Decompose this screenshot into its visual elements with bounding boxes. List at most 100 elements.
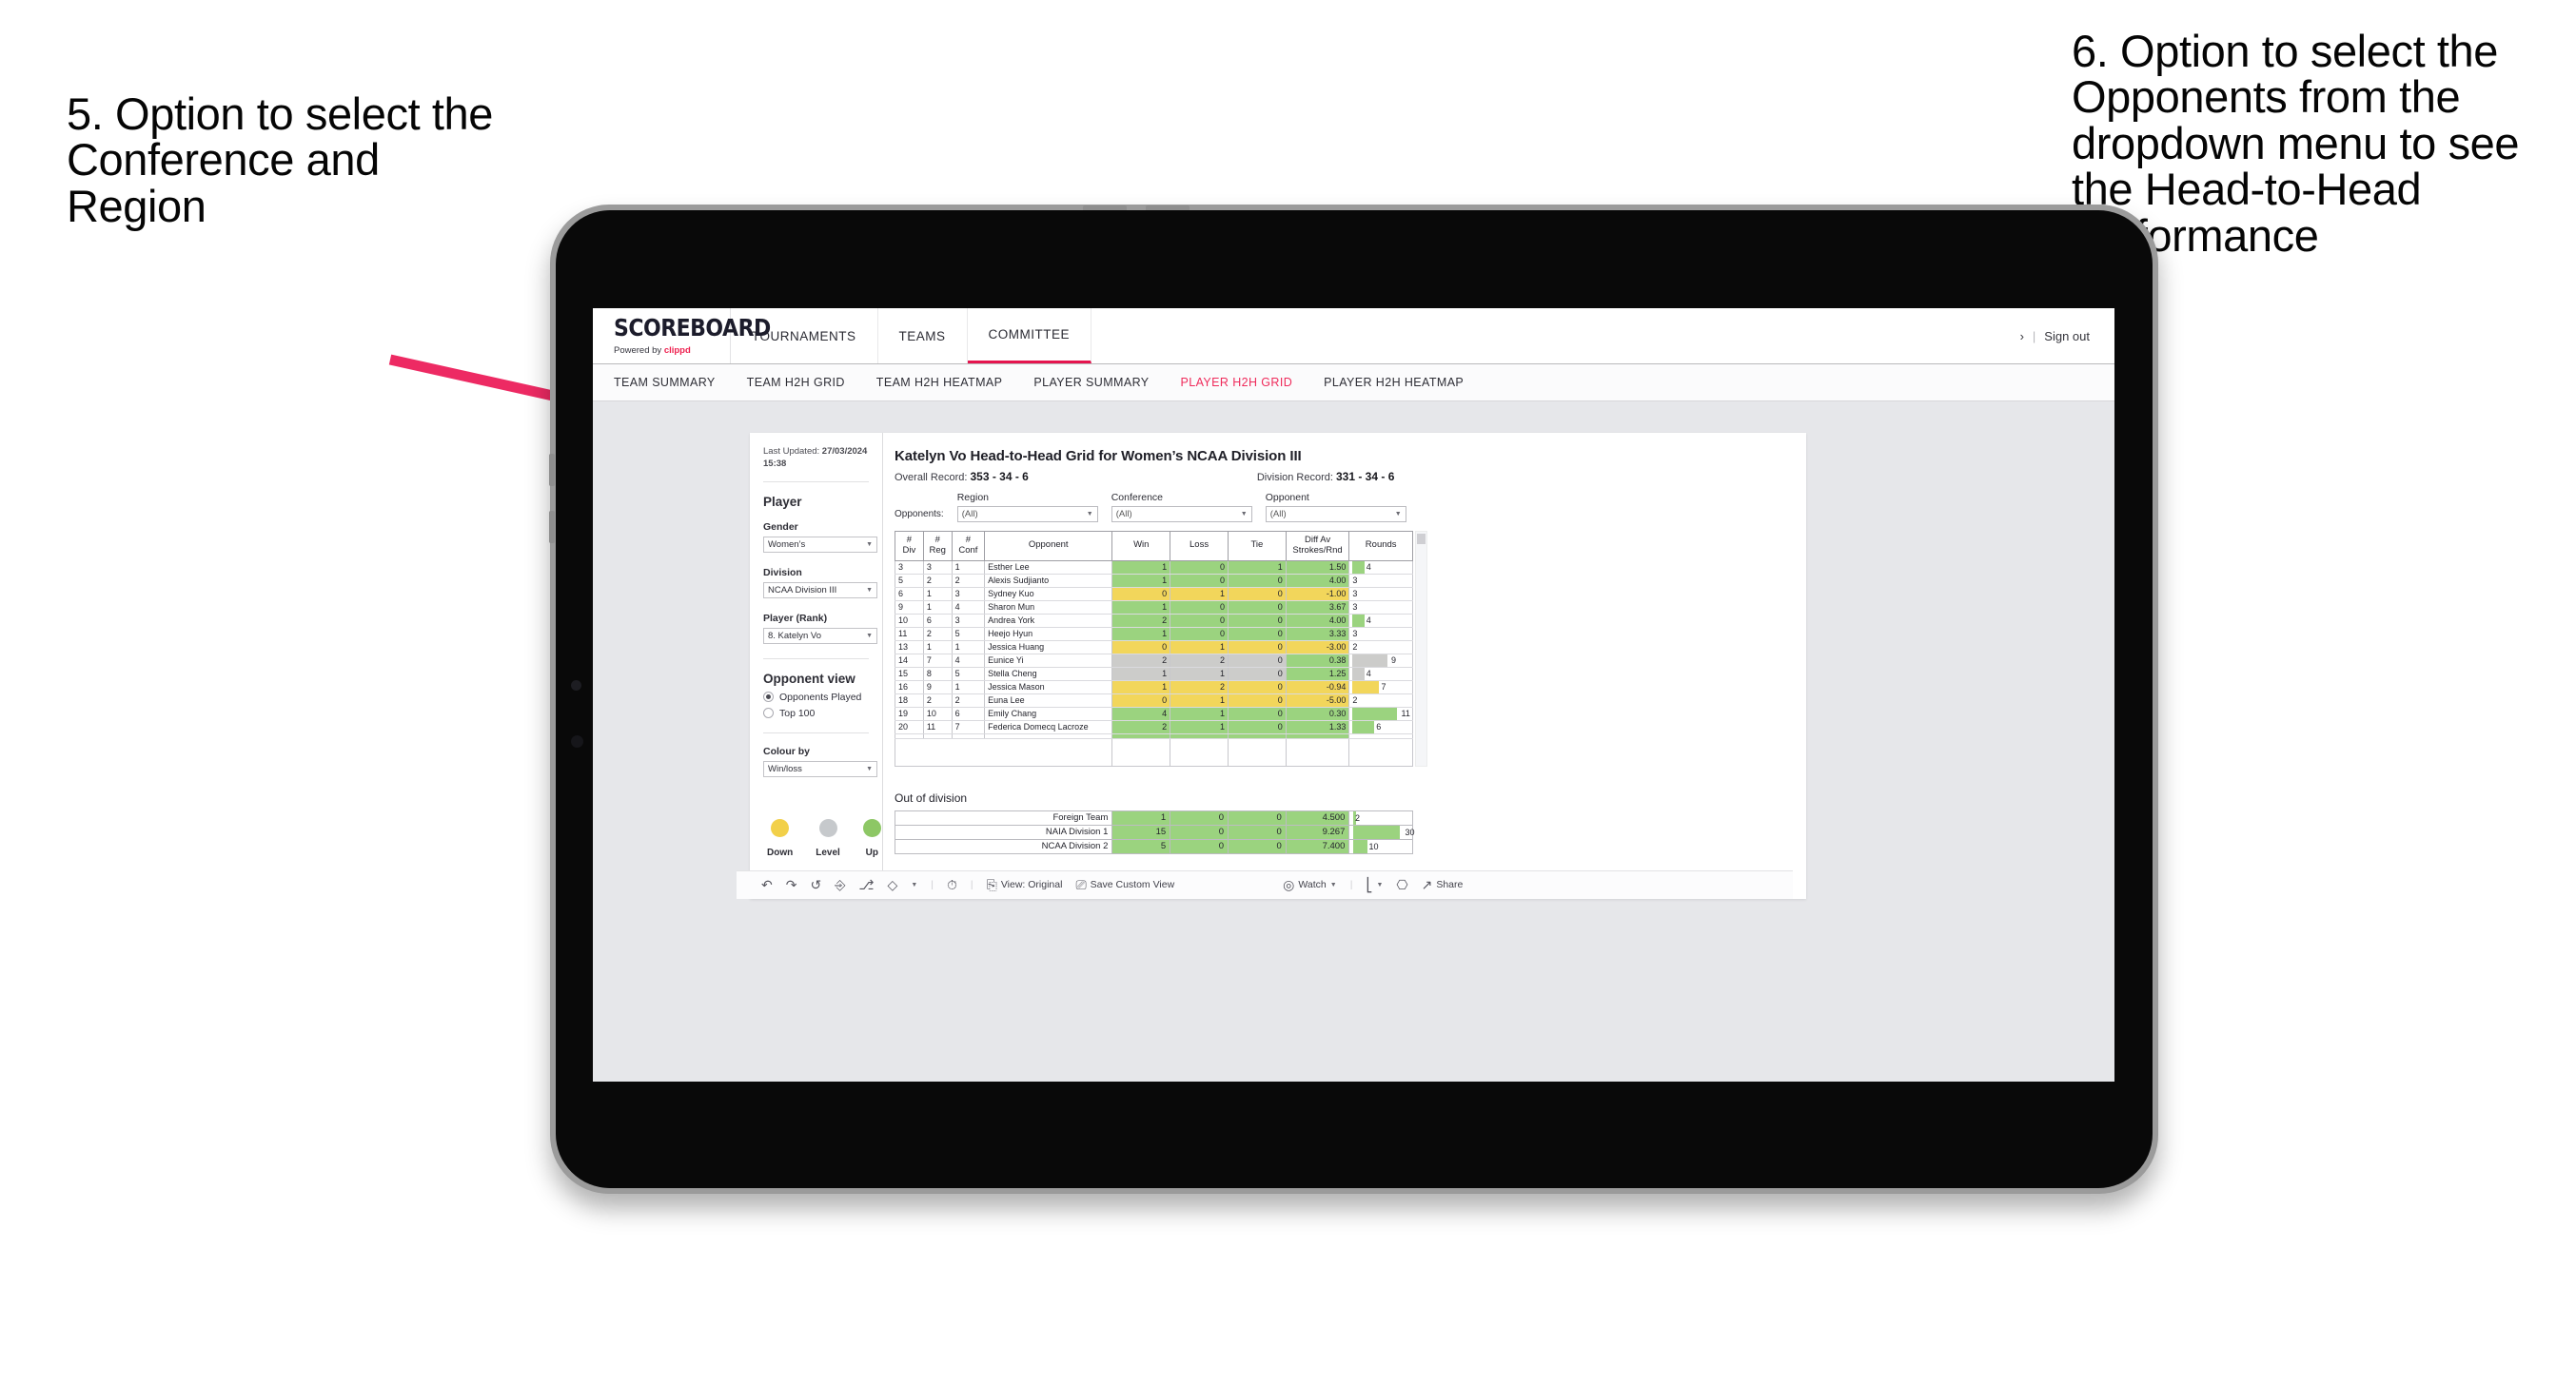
pause-icon[interactable]: ⎇ — [858, 877, 874, 893]
region-select[interactable]: (All) ▼ — [956, 506, 1098, 522]
cell-ood-win: 15 — [1111, 824, 1171, 840]
rounds-bar — [1352, 707, 1397, 720]
rounds-value: 30 — [1405, 827, 1415, 837]
logo-powered-by: Powered by clippd — [614, 345, 730, 356]
tablet-screen: SCOREBOARD Powered by clippd TOURNAMENTS… — [593, 308, 2114, 1082]
cell-reg: 6 — [922, 614, 953, 628]
division-select[interactable]: NCAA Division III ▼ — [763, 581, 877, 598]
radio-top-100[interactable]: Top 100 — [763, 708, 882, 719]
subnav-player-h2h-heatmap[interactable]: PLAYER H2H HEATMAP — [1324, 376, 1464, 389]
cell-ood-rounds: 2 — [1348, 810, 1413, 826]
h2h-table-wrapper: # Div # Reg # Conf Opponent Win Loss Tie Diff Av St… — [894, 531, 1793, 767]
table-row[interactable]: 11 2 5 Heejo Hyun 1 0 0 3.33 3 — [895, 627, 1413, 641]
subnav-team-h2h-heatmap[interactable]: TEAM H2H HEATMAP — [876, 376, 1003, 389]
colour-by-select[interactable]: Win/loss ▼ — [763, 760, 877, 777]
opponent-select[interactable]: (All) ▼ — [1265, 506, 1406, 522]
revert-icon[interactable]: ↺ — [810, 877, 821, 893]
cell-tie: 0 — [1227, 587, 1287, 601]
legend-up-label: Up — [865, 847, 878, 858]
redo-icon[interactable]: ↷ — [786, 877, 797, 893]
highlight-icon[interactable]: ◇ — [888, 877, 898, 893]
cell-tie: 0 — [1227, 640, 1287, 654]
subnav-player-h2h-grid[interactable]: PLAYER H2H GRID — [1181, 376, 1293, 389]
undo-icon[interactable]: ↶ — [761, 877, 773, 893]
player-select[interactable]: 8. Katelyn Vo ▼ — [763, 627, 877, 644]
col-header-4[interactable]: Win — [1111, 531, 1171, 561]
col-header-1[interactable]: # Reg — [922, 531, 953, 561]
table-row[interactable]: 18 2 2 Euna Lee 0 1 0 -5.00 2 — [895, 693, 1413, 708]
view-original-button[interactable]: ⎘ View: Original — [987, 877, 1063, 893]
cell-loss: 2 — [1170, 654, 1229, 668]
rounds-value: 4 — [1366, 669, 1371, 679]
cell-ood-name: Foreign Team — [894, 810, 1113, 826]
divider: | — [2032, 328, 2036, 343]
save-custom-view-button[interactable]: ⎚ Save Custom View — [1075, 877, 1174, 893]
col-header-8[interactable]: Rounds — [1348, 531, 1413, 561]
table-row[interactable]: 19 10 6 Emily Chang 4 1 0 0.30 11 — [895, 707, 1413, 721]
col-header-2[interactable]: # Conf — [951, 531, 986, 561]
cell-conf: 5 — [951, 667, 986, 681]
table-row[interactable]: 9 1 4 Sharon Mun 1 0 0 3.67 3 — [895, 600, 1413, 615]
cell-reg: 1 — [922, 640, 953, 654]
cell-reg: 7 — [922, 654, 953, 668]
divider: | — [970, 879, 973, 891]
cell-win: 1 — [1111, 667, 1171, 681]
conference-value: (All) — [1115, 509, 1132, 519]
rounds-value: 10 — [1368, 841, 1379, 851]
fullscreen-icon[interactable]: ⎔ — [1396, 877, 1407, 893]
subnav-team-h2h-grid[interactable]: TEAM H2H GRID — [747, 376, 845, 389]
cell-reg: 2 — [922, 693, 953, 708]
chevron-right-icon[interactable]: › — [2020, 329, 2024, 343]
chevron-down-icon[interactable]: ▼ — [911, 882, 917, 888]
col-header-7[interactable]: Diff Av Strokes/Rnd — [1285, 531, 1350, 561]
signout-link[interactable]: Sign out — [2044, 329, 2090, 343]
table-row[interactable]: 14 7 4 Eunice Yi 2 2 0 0.38 9 — [895, 654, 1413, 668]
table-row[interactable]: 5 2 2 Alexis Sudjianto 1 0 0 4.00 3 — [895, 574, 1413, 588]
table-row[interactable]: 3 3 1 Esther Lee 1 0 1 1.50 4 — [895, 560, 1413, 575]
subnav-team-summary[interactable]: TEAM SUMMARY — [614, 376, 716, 389]
clock-icon[interactable]: ⏱ — [947, 877, 957, 893]
cell-opponent: Federica Domecq Lacroze — [984, 720, 1113, 734]
gender-value: Women’s — [768, 538, 806, 550]
cell-ood-tie: 0 — [1228, 838, 1287, 854]
gender-select[interactable]: Women’s ▼ — [763, 536, 877, 553]
conference-select[interactable]: (All) ▼ — [1111, 506, 1252, 522]
cell-reg: 1 — [922, 600, 953, 615]
share-button[interactable]: ↗ Share — [1422, 877, 1464, 893]
ood-row[interactable]: Foreign Team 1 0 0 4.500 2 — [894, 810, 1413, 826]
table-row[interactable]: 13 1 1 Jessica Huang 0 1 0 -3.00 2 — [895, 640, 1413, 654]
cell-rounds: 4 — [1348, 614, 1413, 628]
download-button[interactable]: ⎣ ▼ — [1366, 877, 1383, 893]
scrollbar-thumb[interactable] — [1417, 534, 1426, 544]
radio-opponents-played-label: Opponents Played — [779, 691, 862, 703]
table-scrollbar[interactable] — [1415, 531, 1427, 767]
nav-teams[interactable]: TEAMS — [878, 308, 968, 363]
watch-button[interactable]: ◎ Watch ▼ — [1283, 877, 1337, 893]
cell-loss: 2 — [1170, 680, 1229, 694]
ood-row[interactable]: NCAA Division 2 5 0 0 7.400 10 — [894, 838, 1413, 854]
table-row[interactable]: 10 6 3 Andrea York 2 0 0 4.00 4 — [895, 614, 1413, 628]
rounds-value: 6 — [1376, 722, 1382, 732]
refresh-icon[interactable]: ⎆ — [835, 877, 845, 893]
cell-conf: 6 — [951, 707, 986, 721]
rounds-bar — [1352, 560, 1366, 574]
table-row[interactable]: 20 11 7 Federica Domecq Lacroze 2 1 0 1.33 6 — [895, 720, 1413, 734]
table-row[interactable]: 6 1 3 Sydney Kuo 0 1 0 -1.00 3 — [895, 587, 1413, 601]
ood-row[interactable]: NAIA Division 1 15 0 0 9.267 30 — [894, 824, 1415, 840]
radio-opponents-played[interactable]: Opponents Played — [763, 692, 882, 703]
region-caption: Region — [956, 492, 989, 503]
col-header-3[interactable]: Opponent — [984, 531, 1113, 561]
cell-conf: 5 — [951, 627, 986, 641]
app-logo[interactable]: SCOREBOARD Powered by clippd — [593, 308, 771, 363]
tablet-button-left-a[interactable] — [549, 454, 555, 486]
tablet-button-left-b[interactable] — [549, 511, 555, 543]
nav-committee[interactable]: COMMITTEE — [967, 308, 1092, 363]
filler-tie — [1227, 738, 1287, 767]
table-row[interactable]: 16 9 1 Jessica Mason 1 2 0 -0.94 7 — [895, 680, 1413, 694]
col-header-5[interactable]: Loss — [1170, 531, 1229, 561]
col-header-0[interactable]: # Div — [895, 531, 924, 561]
table-row[interactable]: 15 8 5 Stella Cheng 1 1 0 1.25 4 — [895, 667, 1413, 681]
col-header-6[interactable]: Tie — [1227, 531, 1287, 561]
cell-win: 1 — [1111, 680, 1171, 694]
subnav-player-summary[interactable]: PLAYER SUMMARY — [1033, 376, 1149, 389]
